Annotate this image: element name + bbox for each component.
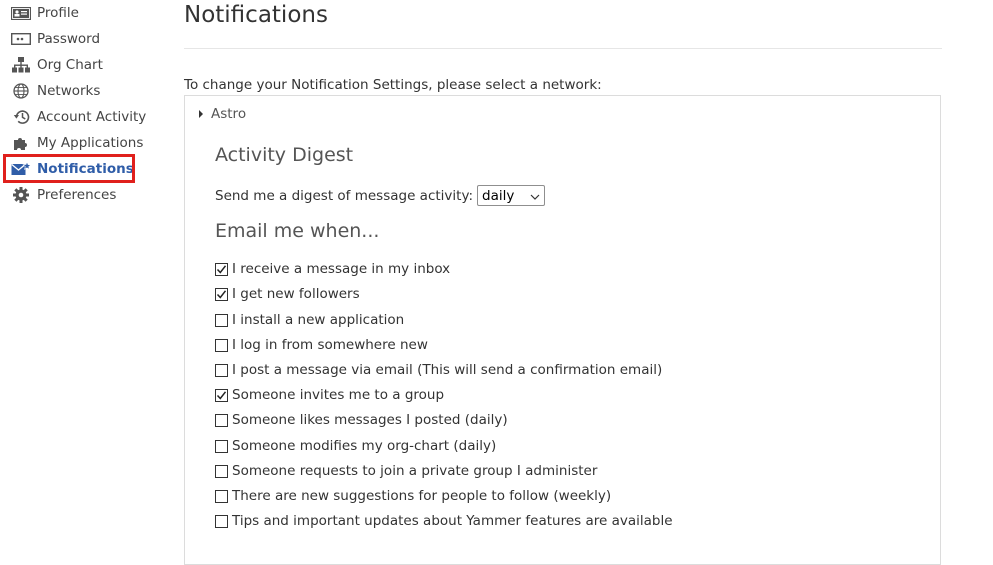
sidebar-item-password[interactable]: Password [11,28,100,50]
network-toggle-astro[interactable]: Astro [199,106,246,122]
page-title: Notifications [184,2,328,28]
email-option-checkbox[interactable] [215,514,228,528]
email-option-row[interactable]: Someone modifies my org-chart (daily) [215,438,496,454]
email-option-label: Someone likes messages I posted (daily) [232,412,508,428]
email-option-row[interactable]: There are new suggestions for people to … [215,488,611,504]
sidebar-item-account-activity[interactable]: Account Activity [11,106,146,128]
email-option-row[interactable]: Tips and important updates about Yammer … [215,513,673,529]
sidebar-item-profile[interactable]: Profile [11,2,79,24]
email-option-label: Someone modifies my org-chart (daily) [232,438,497,454]
sidebar-item-label: Networks [37,83,101,99]
email-option-label: I receive a message in my inbox [232,261,451,277]
caret-right-icon [199,110,203,118]
email-option-label: Someone requests to join a private group… [232,463,598,479]
email-option-label: I log in from somewhere new [232,337,428,353]
digest-frequency-select[interactable]: daily [477,185,546,206]
sidebar-item-networks[interactable]: Networks [11,80,100,102]
gear-icon [11,187,31,203]
email-me-when-heading: Email me when... [215,220,380,242]
email-option-label: I post a message via email (This will se… [232,362,663,378]
sidebar-item-label: Password [37,31,101,47]
digest-selected-value: daily [482,187,515,204]
email-option-checkbox[interactable] [215,338,228,352]
email-option-row[interactable]: I log in from somewhere new [215,337,428,353]
sidebar-item-org-chart[interactable]: Org Chart [11,54,103,76]
sidebar-item-label: Preferences [37,187,117,203]
sidebar-item-label: Profile [37,5,79,21]
org-chart-icon [11,57,31,73]
email-option-row[interactable]: I receive a message in my inbox [215,261,450,277]
digest-label: Send me a digest of message activity: [215,187,474,204]
email-option-label: Someone invites me to a group [232,387,445,403]
puzzle-icon [11,135,31,151]
chevron-down-icon [530,188,540,204]
email-option-row[interactable]: Someone invites me to a group [215,387,444,403]
network-prompt: To change your Notification Settings, pl… [184,77,602,93]
email-option-checkbox[interactable] [215,287,228,301]
sidebar-item-my-applications[interactable]: My Applications [11,132,143,154]
email-option-checkbox[interactable] [215,489,228,503]
title-divider [184,48,942,49]
email-option-row[interactable]: I install a new application [215,312,404,328]
id-card-icon [11,5,31,21]
email-option-checkbox[interactable] [215,363,228,377]
email-option-label: Tips and important updates about Yammer … [232,513,673,529]
email-option-label: There are new suggestions for people to … [232,488,612,504]
active-item-highlight [3,154,135,183]
password-icon [11,31,31,47]
email-option-checkbox[interactable] [215,464,228,478]
email-option-row[interactable]: I post a message via email (This will se… [215,362,662,378]
sidebar-item-label: My Applications [37,135,144,151]
history-icon [11,109,31,125]
email-option-label: I install a new application [232,312,405,328]
email-option-row[interactable]: I get new followers [215,286,360,302]
email-option-checkbox[interactable] [215,439,228,453]
email-option-checkbox[interactable] [215,413,228,427]
network-name: Astro [211,106,247,122]
email-option-label: I get new followers [232,286,360,302]
email-option-checkbox[interactable] [215,388,228,402]
digest-row: Send me a digest of message activity: da… [215,185,546,206]
globe-icon [11,83,31,99]
sidebar-item-label: Account Activity [37,109,147,125]
activity-digest-heading: Activity Digest [215,144,354,166]
email-option-checkbox[interactable] [215,313,228,327]
sidebar-item-preferences[interactable]: Preferences [11,184,116,206]
email-option-checkbox[interactable] [215,262,228,276]
email-option-row[interactable]: Someone requests to join a private group… [215,463,597,479]
sidebar-item-label: Org Chart [37,57,103,73]
email-option-row[interactable]: Someone likes messages I posted (daily) [215,412,508,428]
